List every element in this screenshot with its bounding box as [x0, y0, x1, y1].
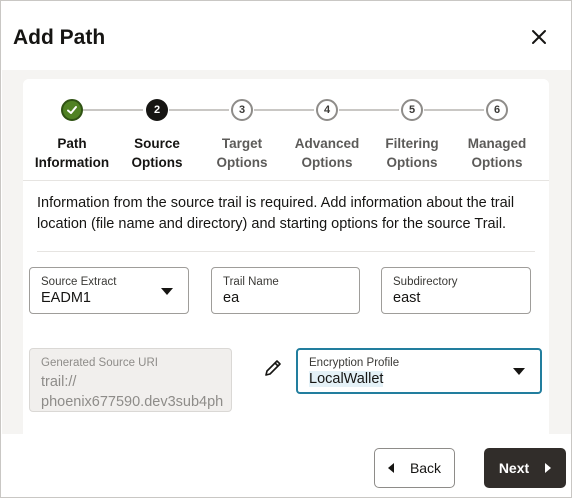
step-label-path-information[interactable]: Path Information	[24, 134, 120, 172]
back-button[interactable]: Back	[374, 448, 455, 488]
generated-source-uri-field: Generated Source URI trail:// phoenix677…	[29, 348, 232, 412]
step-label-advanced-options[interactable]: Advanced Options	[279, 134, 375, 172]
step-number: 3	[238, 104, 246, 116]
step-label-line: Options	[216, 155, 268, 170]
step-label-line: Options	[386, 155, 438, 170]
step-3[interactable]: 3	[231, 99, 253, 121]
step-label-source-options[interactable]: Source Options	[109, 134, 205, 172]
step-label-line: Options	[471, 155, 523, 170]
subdirectory-label: Subdirectory	[393, 276, 458, 288]
step-label-line: Information	[34, 155, 110, 170]
step-2-current[interactable]: 2	[146, 99, 168, 121]
step-label-line: Options	[301, 155, 353, 170]
checkmark-icon	[67, 106, 77, 114]
pencil-icon[interactable]	[262, 357, 284, 379]
step-label-filtering-options[interactable]: Filtering Options	[364, 134, 460, 172]
step-connector	[424, 109, 484, 111]
source-extract-label: Source Extract	[41, 276, 117, 288]
source-extract-value: EADM1	[41, 290, 91, 306]
step-connector	[83, 109, 143, 111]
generated-uri-value-line: phoenix677590.dev3sub4ph	[41, 394, 224, 410]
step-label-line: Advanced	[294, 136, 360, 151]
subdirectory-value: east	[393, 290, 421, 306]
step-number: 2	[153, 104, 161, 116]
chevron-down-icon	[161, 288, 173, 295]
step-label-line: Path	[57, 136, 87, 151]
back-button-label: Back	[409, 460, 442, 476]
section-description: Information from the source trail is req…	[37, 195, 515, 232]
generated-uri-value-line: trail://	[41, 374, 77, 390]
step-number: 6	[493, 104, 501, 116]
subdirectory-field[interactable]: Subdirectory east	[381, 267, 531, 314]
trail-name-value: ea	[223, 290, 240, 306]
step-connector	[339, 109, 399, 111]
step-label-line: Target	[221, 136, 263, 151]
dialog-title: Add Path	[13, 26, 106, 49]
step-number: 4	[323, 104, 331, 116]
section-divider	[37, 251, 535, 252]
chevron-down-icon	[513, 368, 525, 375]
step-connector	[169, 109, 229, 111]
source-extract-select[interactable]: Source Extract EADM1	[29, 267, 189, 314]
encryption-profile-select[interactable]: Encryption Profile LocalWallet	[296, 348, 542, 394]
generated-uri-label: Generated Source URI	[41, 357, 158, 369]
chevron-right-icon	[545, 463, 552, 473]
step-connector	[254, 109, 314, 111]
chevron-left-icon	[387, 463, 394, 473]
step-1-complete[interactable]	[61, 99, 83, 121]
step-label-managed-options[interactable]: Managed Options	[449, 134, 545, 172]
step-5[interactable]: 5	[401, 99, 423, 121]
step-label-line: Filtering	[385, 136, 439, 151]
step-6[interactable]: 6	[486, 99, 508, 121]
trail-name-label: Trail Name	[223, 276, 279, 288]
step-label-line: Managed	[467, 136, 527, 151]
add-path-dialog: Add Path Path Information 2 Source Optio…	[0, 0, 572, 498]
step-label-target-options[interactable]: Target Options	[194, 134, 290, 172]
close-icon[interactable]	[527, 25, 551, 49]
step-train: Path Information 2 Source Options 3 Targ…	[23, 79, 549, 181]
generated-uri-value: trail:// phoenix677590.dev3sub4ph	[41, 372, 223, 412]
step-label-line: Options	[131, 155, 183, 170]
step-label-line: Source	[134, 136, 180, 151]
step-4[interactable]: 4	[316, 99, 338, 121]
next-button[interactable]: Next	[484, 448, 566, 488]
step-number: 5	[408, 104, 416, 116]
next-button-label: Next	[498, 460, 530, 476]
encryption-profile-value: LocalWallet	[309, 371, 384, 387]
encryption-profile-label: Encryption Profile	[309, 357, 400, 369]
trail-name-field[interactable]: Trail Name ea	[211, 267, 360, 314]
